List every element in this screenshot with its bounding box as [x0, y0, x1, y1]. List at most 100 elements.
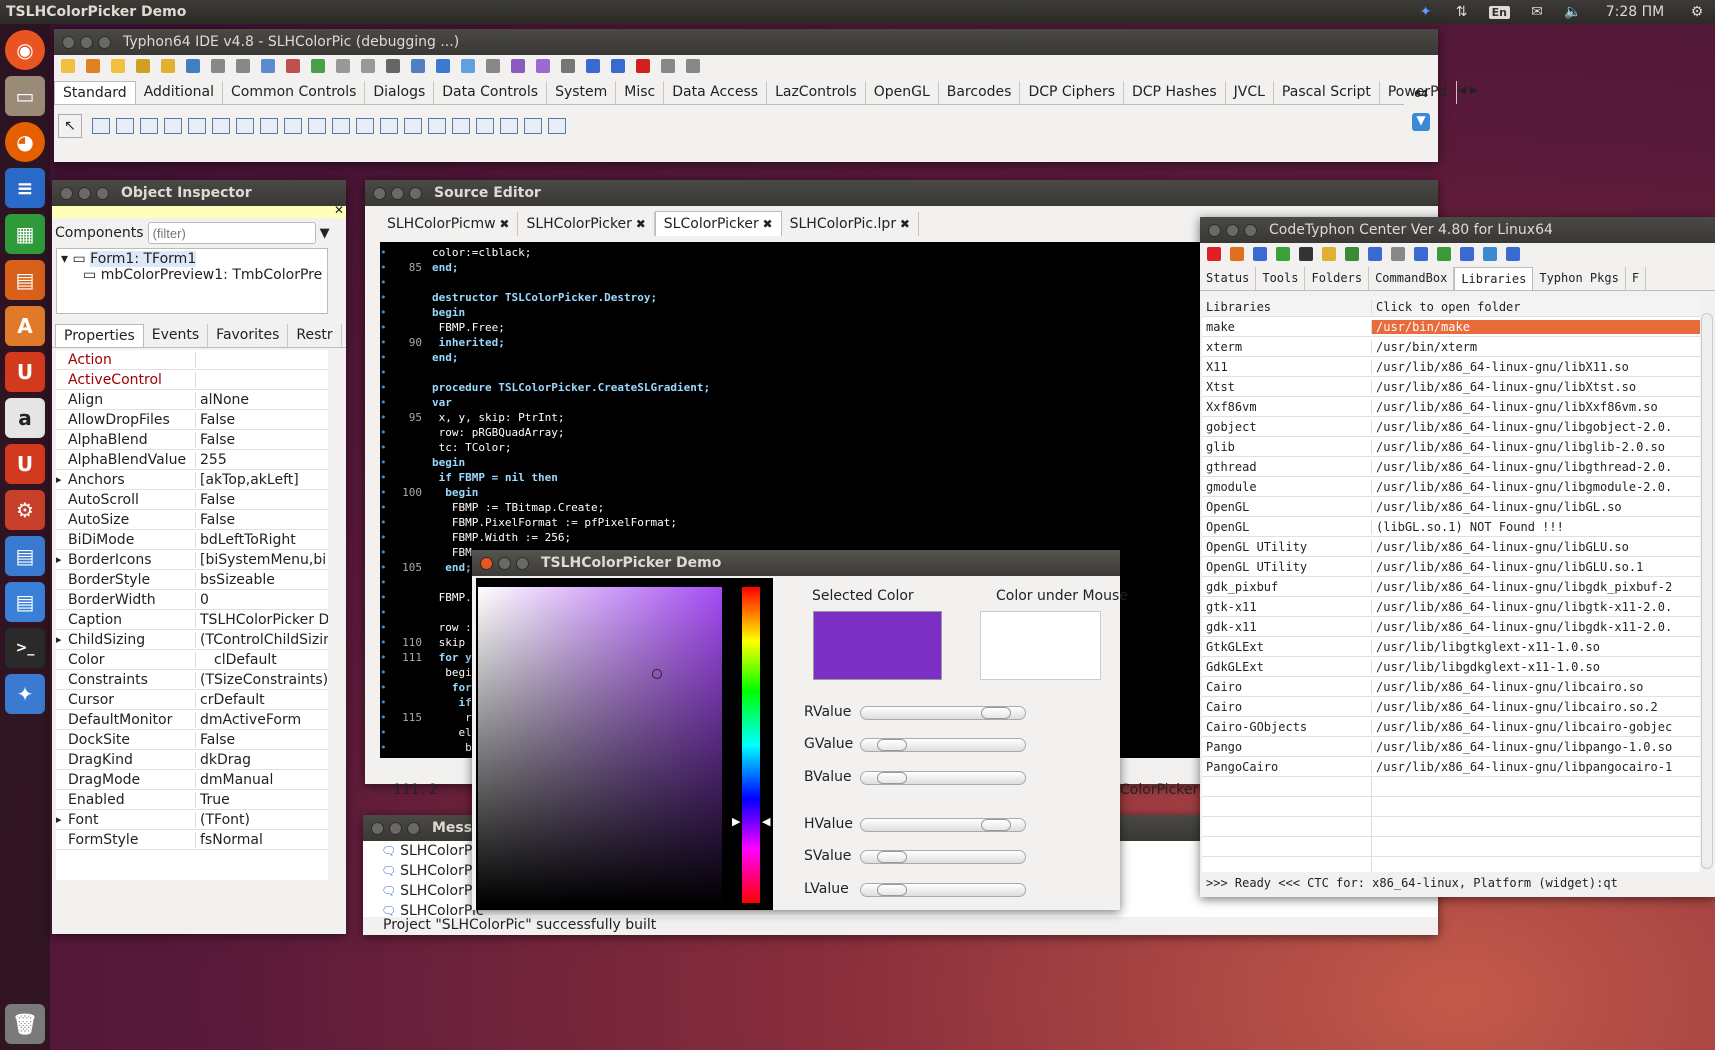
- property-value[interactable]: False: [196, 412, 328, 428]
- power-gear-icon[interactable]: ⚙: [1688, 3, 1706, 21]
- palette-tab[interactable]: DCP Hashes: [1124, 81, 1226, 104]
- breakpoint-dot[interactable]: •: [380, 470, 392, 485]
- library-row[interactable]: make/usr/bin/make: [1202, 317, 1700, 337]
- ctc-toolbar-icon[interactable]: [1207, 247, 1221, 261]
- ctc-tab[interactable]: F: [1626, 267, 1647, 290]
- slider-thumb[interactable]: [980, 819, 1011, 831]
- close-icon[interactable]: [1208, 223, 1221, 237]
- property-value[interactable]: False: [196, 492, 328, 508]
- hue-slider[interactable]: [742, 587, 760, 903]
- library-path[interactable]: /usr/bin/xterm: [1372, 340, 1700, 354]
- minimize-icon[interactable]: [391, 186, 404, 200]
- property-value[interactable]: fsNormal: [196, 832, 328, 848]
- property-value[interactable]: alNone: [196, 392, 328, 408]
- library-path[interactable]: /usr/lib/x86_64-linux-gnu/libgtk-x11-2.0…: [1372, 600, 1700, 614]
- ctc-toolbar-icon[interactable]: [1253, 247, 1267, 261]
- palette-component-icon[interactable]: [92, 118, 110, 134]
- palette-component-icon[interactable]: [188, 118, 206, 134]
- close-tab-icon[interactable]: ✖: [759, 217, 773, 231]
- palette-tab[interactable]: Common Controls: [223, 81, 366, 104]
- palette-tab[interactable]: Dialogs: [365, 81, 435, 104]
- property-row[interactable]: Action: [56, 350, 328, 370]
- palette-component-icon[interactable]: [500, 118, 518, 134]
- close-tab-icon[interactable]: ✖: [496, 217, 509, 231]
- library-row[interactable]: xterm/usr/bin/xterm: [1202, 337, 1700, 357]
- toolbar-button-icon[interactable]: [686, 59, 700, 73]
- toolbar-button-icon[interactable]: [286, 59, 300, 73]
- toolbar-button-icon[interactable]: [611, 59, 625, 73]
- property-row[interactable]: DefaultMonitor dmActiveForm: [56, 710, 328, 730]
- ctc-toolbar-icon[interactable]: [1276, 247, 1290, 261]
- breakpoint-dot[interactable]: •: [380, 680, 392, 695]
- palette-component-icon[interactable]: [308, 118, 326, 134]
- library-path[interactable]: /usr/lib/x86_64-linux-gnu/libXtst.so: [1372, 380, 1700, 394]
- network-icon[interactable]: ⇅: [1453, 3, 1471, 21]
- library-row[interactable]: gdk_pixbuf/usr/lib/x86_64-linux-gnu/libg…: [1202, 577, 1700, 597]
- library-row[interactable]: OpenGL/usr/lib/x86_64-linux-gnu/libGL.so: [1202, 497, 1700, 517]
- inspector-tab[interactable]: Events: [144, 324, 209, 347]
- dropbox-icon[interactable]: ✦: [1417, 3, 1435, 21]
- breakpoint-dot[interactable]: •: [380, 560, 392, 575]
- property-row[interactable]: ActiveControl: [56, 370, 328, 390]
- property-row[interactable]: Cursor crDefault: [56, 690, 328, 710]
- property-value[interactable]: dmManual: [196, 772, 328, 788]
- toolbar-button-icon[interactable]: [511, 59, 525, 73]
- breakpoint-dot[interactable]: •: [380, 365, 392, 380]
- property-row[interactable]: DragMode dmManual: [56, 770, 328, 790]
- library-path[interactable]: /usr/lib/x86_64-linux-gnu/libgobject-2.0…: [1372, 420, 1700, 434]
- palette-component-icon[interactable]: [116, 118, 134, 134]
- library-path[interactable]: /usr/lib/x86_64-linux-gnu/libgdk-x11-2.0…: [1372, 620, 1700, 634]
- palette-tab[interactable]: Pascal Script: [1274, 81, 1380, 104]
- breakpoint-dot[interactable]: •: [380, 500, 392, 515]
- palette-component-icon[interactable]: [164, 118, 182, 134]
- ctc-toolbar-icon[interactable]: [1414, 247, 1428, 261]
- breakpoint-dot[interactable]: •: [380, 545, 392, 560]
- palette-component-icon[interactable]: [284, 118, 302, 134]
- property-value[interactable]: (TControlChildSizin: [196, 632, 328, 648]
- toolbar-button-icon[interactable]: [411, 59, 425, 73]
- property-row[interactable]: AlphaBlendValue 255: [56, 450, 328, 470]
- library-path[interactable]: /usr/lib/x86_64-linux-gnu/libGL.so: [1372, 500, 1700, 514]
- mail-icon[interactable]: ✉: [1528, 3, 1546, 21]
- breakpoint-dot[interactable]: •: [380, 605, 392, 620]
- slider-thumb[interactable]: [980, 707, 1011, 719]
- breakpoint-dot[interactable]: •: [380, 260, 392, 275]
- ctc-toolbar-icon[interactable]: [1345, 247, 1359, 261]
- firefox-icon[interactable]: ◕: [5, 122, 45, 162]
- inspector-tab[interactable]: Properties: [55, 324, 144, 347]
- minimize-icon[interactable]: [498, 556, 511, 570]
- library-path[interactable]: /usr/lib/x86_64-linux-gnu/libGLU.so.1: [1372, 560, 1700, 574]
- property-value[interactable]: (TFont): [196, 812, 328, 828]
- ctc-scrollbar[interactable]: [1701, 313, 1713, 869]
- impress-icon[interactable]: ▤: [5, 260, 45, 300]
- library-row[interactable]: gobject/usr/lib/x86_64-linux-gnu/libgobj…: [1202, 417, 1700, 437]
- library-row[interactable]: Cairo-GObjects/usr/lib/x86_64-linux-gnu/…: [1202, 717, 1700, 737]
- property-row[interactable]: Caption TSLHColorPicker D: [56, 610, 328, 630]
- library-path[interactable]: /usr/lib/x86_64-linux-gnu/libXxf86vm.so: [1372, 400, 1700, 414]
- palette-tab[interactable]: Additional: [136, 81, 223, 104]
- value-slider[interactable]: [860, 883, 1026, 897]
- hue-marker-left-icon[interactable]: ▶: [732, 815, 740, 828]
- breakpoint-dot[interactable]: •: [380, 350, 392, 365]
- slider-thumb[interactable]: [877, 739, 908, 751]
- maximize-icon[interactable]: [96, 186, 109, 200]
- ctc-toolbar-icon[interactable]: [1460, 247, 1474, 261]
- library-row[interactable]: PangoCairo/usr/lib/x86_64-linux-gnu/libp…: [1202, 757, 1700, 777]
- library-path[interactable]: /usr/lib/x86_64-linux-gnu/libgdk_pixbuf-…: [1372, 580, 1700, 594]
- ctc-tab[interactable]: Libraries: [1454, 267, 1534, 290]
- library-row[interactable]: OpenGL UTility/usr/lib/x86_64-linux-gnu/…: [1202, 557, 1700, 577]
- property-value[interactable]: [biSystemMenu,bi: [196, 552, 328, 568]
- library-row[interactable]: Cairo/usr/lib/x86_64-linux-gnu/libcairo.…: [1202, 677, 1700, 697]
- breakpoint-dot[interactable]: •: [380, 395, 392, 410]
- calc-icon[interactable]: ▦: [5, 214, 45, 254]
- breakpoint-dot[interactable]: •: [380, 635, 392, 650]
- palette-component-icon[interactable]: [548, 118, 566, 134]
- palette-tab[interactable]: System: [547, 81, 617, 104]
- toolbar-button-icon[interactable]: [186, 59, 200, 73]
- editor-tab[interactable]: SLHColorPicmw ✖: [379, 212, 519, 236]
- ctc-tab[interactable]: Tools: [1256, 267, 1306, 290]
- property-row[interactable]: BorderStyle bsSizeable: [56, 570, 328, 590]
- palette-tab[interactable]: LazControls: [767, 81, 866, 104]
- ubuntu-one-music-icon[interactable]: U: [5, 444, 45, 484]
- breakpoint-dot[interactable]: •: [380, 410, 392, 425]
